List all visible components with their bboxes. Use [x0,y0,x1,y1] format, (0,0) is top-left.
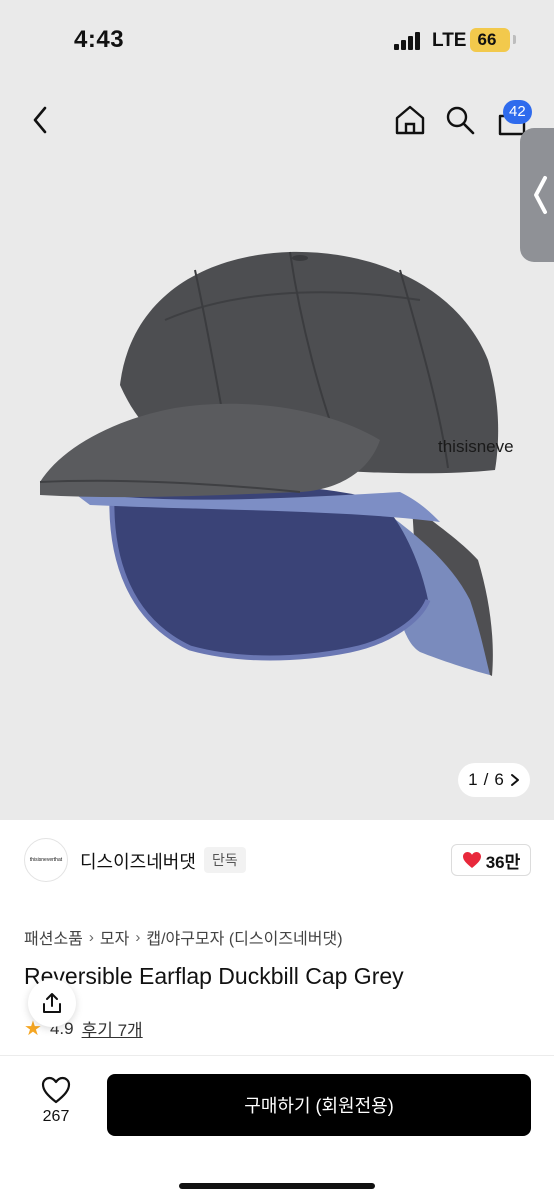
home-indicator [179,1183,375,1189]
share-button[interactable] [28,979,76,1027]
pager-separator: / [483,770,489,789]
pager-total: 6 [494,770,504,789]
breadcrumb-item[interactable]: 패션소품 [24,925,83,949]
chevron-left-icon [33,106,47,134]
bottom-action-bar: 267 구매하기 (회원전용) [0,1055,554,1200]
chevron-right-icon: › [88,928,94,946]
breadcrumb-item[interactable]: 캡/야구모자 (디스이즈네버댓) [146,925,342,949]
home-icon [395,105,425,135]
heart-outline-icon [41,1076,71,1104]
share-icon [43,993,61,1013]
product-image[interactable]: thisisneve [0,160,554,760]
wishlist-count: 267 [42,1108,70,1125]
heart-filled-icon [462,852,481,868]
signal-icon [394,32,424,50]
top-nav [0,95,554,145]
cart-badge: 42 [503,100,532,124]
brand-like-count: 36만 [485,852,521,872]
chevron-right-icon: › [135,928,141,946]
wishlist-button[interactable]: 267 [28,1076,84,1140]
search-button[interactable] [438,95,482,145]
brand-logo[interactable]: thisisneverthat [24,838,68,882]
home-button[interactable] [388,95,432,145]
review-count-link[interactable]: 후기 7개 [82,1016,143,1041]
gallery-pager[interactable]: 1 / 6 [458,763,530,797]
battery-level: 66 [477,30,497,49]
brand-row[interactable]: thisisneverthat 디스이즈네버댓 단독 36만 [0,820,554,900]
chevron-right-icon [510,774,519,786]
cap-brand-print: thisisneve [438,437,514,456]
status-bar: 4:43 LTE 66 [0,0,554,80]
brand-like-button[interactable]: 36만 [451,844,531,876]
buy-button[interactable]: 구매하기 (회원전용) [107,1074,531,1136]
status-time: 4:43 [74,26,125,53]
network-type: LTE [432,30,467,51]
search-icon [446,106,475,135]
breadcrumb: 패션소품 › 모자 › 캡/야구모자 (디스이즈네버댓) [24,925,343,949]
pager-current: 1 [468,770,478,789]
battery-icon: 66 [470,28,510,52]
battery-cap [513,35,516,44]
breadcrumb-item[interactable]: 모자 [100,925,129,949]
product-title: Reversible Earflap Duckbill Cap Grey [24,963,404,989]
brand-logo-text: thisisneverthat [29,857,63,863]
brand-name[interactable]: 디스이즈네버댓 [80,848,196,874]
back-button[interactable] [18,95,62,145]
brand-exclusive-badge: 단독 [204,847,246,873]
product-hero: 4:43 LTE 66 42 thisisneve 1 / 6 [0,0,554,820]
